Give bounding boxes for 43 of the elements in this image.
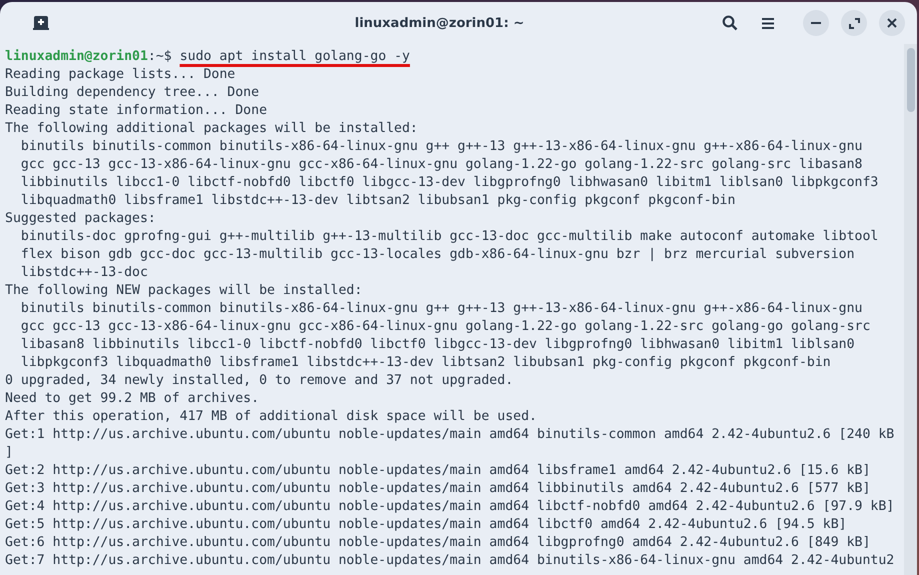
terminal-line: 0 upgraded, 34 newly installed, 0 to remove and 37 not upgraded. [5,372,514,390]
terminal-line: Get:3 http://us.archive.ubuntu.com/ubuntu noble-updates/main amd64 libbinutils amd64 2.42-4ubuntu2.6 [577 kB] [5,480,870,498]
terminal-line: libquadmath0 libsframe1 libstdc++-13-dev libtsan2 libubsan1 pkg-config pkgconf pkgconf-bin [20,192,736,210]
minimize-button[interactable] [803,10,829,36]
terminal-line: Get:1 http://us.archive.ubuntu.com/ubuntu noble-updates/main amd64 binutils-common amd64 2.42-4ubuntu2.6 [240 kB [5,426,894,444]
maximize-icon [848,18,860,28]
terminal-line: Get:2 http://us.archive.ubuntu.com/ubuntu noble-updates/main amd64 libsframe1 amd64 2.42-4ubuntu2.6 [15.6 kB] [5,462,870,480]
prompt-user: linuxadmin@zorin01 [5,49,148,64]
close-button[interactable] [879,10,905,36]
command-text: sudo apt install golang-go -y [180,49,410,64]
terminal-line: Suggested packages: [5,210,156,228]
scrollbar-thumb[interactable] [906,48,914,112]
terminal-line: Need to get 99.2 MB of archives. [5,390,260,408]
search-icon [722,15,738,31]
terminal-line: gcc gcc-13 gcc-13-x86-64-linux-gnu gcc-x86-64-linux-gnu golang-1.22-go golang-1.22-src golang-go golang-src [20,318,870,336]
terminal-line: The following NEW packages will be installed: [5,282,362,300]
maximize-button[interactable] [841,10,867,36]
terminal-line: binutils-doc gprofng-gui g++-multilib g++-13-multilib gcc-13-doc gcc-multilib make autoconf automake libtool [20,228,878,246]
terminal-line: binutils binutils-common binutils-x86-64-linux-gnu g++ g++-13 g++-13-x86-64-linux-gnu g++-x86-64-linux-gnu [20,300,862,318]
new-tab-icon [33,16,49,30]
terminal-line: Get:6 http://us.archive.ubuntu.com/ubuntu noble-updates/main amd64 libgprofng0 amd64 2.42-4ubuntu2.6 [849 kB] [5,534,870,552]
minimize-icon [811,22,821,24]
menu-icon [762,18,774,28]
terminal-line: Get:4 http://us.archive.ubuntu.com/ubuntu noble-updates/main amd64 libctf-nobfd0 amd64 2.42-4ubuntu2.6 [97.9 kB] [5,498,894,516]
terminal-line: After this operation, 417 MB of additional disk space will be used. [5,408,537,426]
terminal-line: libasan8 libbinutils libcc1-0 libctf-nobfd0 libctf0 libgcc-13-dev libgprofng0 libhwasan0 libitm1 liblsan0 [20,336,855,354]
window-title: linuxadmin@zorin01: ~ [354,16,526,30]
close-icon [887,18,897,28]
terminal-line: Get:7 http://us.archive.ubuntu.com/ubuntu noble-updates/main amd64 binutils-x86-64-linux-gnu amd64 2.42-4ubuntu2 [5,552,894,570]
terminal-line: libstdc++-13-doc [20,264,148,282]
terminal-line: Get:5 http://us.archive.ubuntu.com/ubuntu noble-updates/main amd64 libctf0 amd64 2.42-4ubuntu2.6 [94.5 kB] [5,516,847,534]
terminal-line: binutils binutils-common binutils-x86-64-linux-gnu g++ g++-13 g++-13-x86-64-linux-gnu g++-x86-64-linux-gnu [20,138,862,156]
terminal-line: libbinutils libcc1-0 libctf-nobfd0 libctf0 libgcc-13-dev libgprofng0 libhwasan0 libitm1 liblsan0 libpkgconf3 [20,174,878,192]
terminal-line: Reading state information... Done [5,102,268,120]
terminal-line: gcc gcc-13 gcc-13-x86-64-linux-gnu gcc-x86-64-linux-gnu golang-1.22-go golang-1.22-src golang-src libasan8 [20,156,862,174]
scrollbar[interactable] [904,44,917,575]
terminal-line: libpkgconf3 libquadmath0 libsframe1 libstdc++-13-dev libtsan2 libubsan1 pkg-config pkgconf pkgconf-bin [20,354,831,372]
terminal-line: The following additional packages will be installed: [5,120,418,138]
terminal-line: flex bison gdb gcc-doc gcc-13-multilib gcc-13-locales gdb-x86-64-linux-gnu bzr | brz mercurial subversion [20,246,855,264]
terminal-line: Reading package lists... Done [5,66,236,84]
prompt-path: :~$ [148,49,172,64]
terminal-line: Building dependency tree... Done [5,84,260,102]
terminal-line: ] [5,444,13,462]
